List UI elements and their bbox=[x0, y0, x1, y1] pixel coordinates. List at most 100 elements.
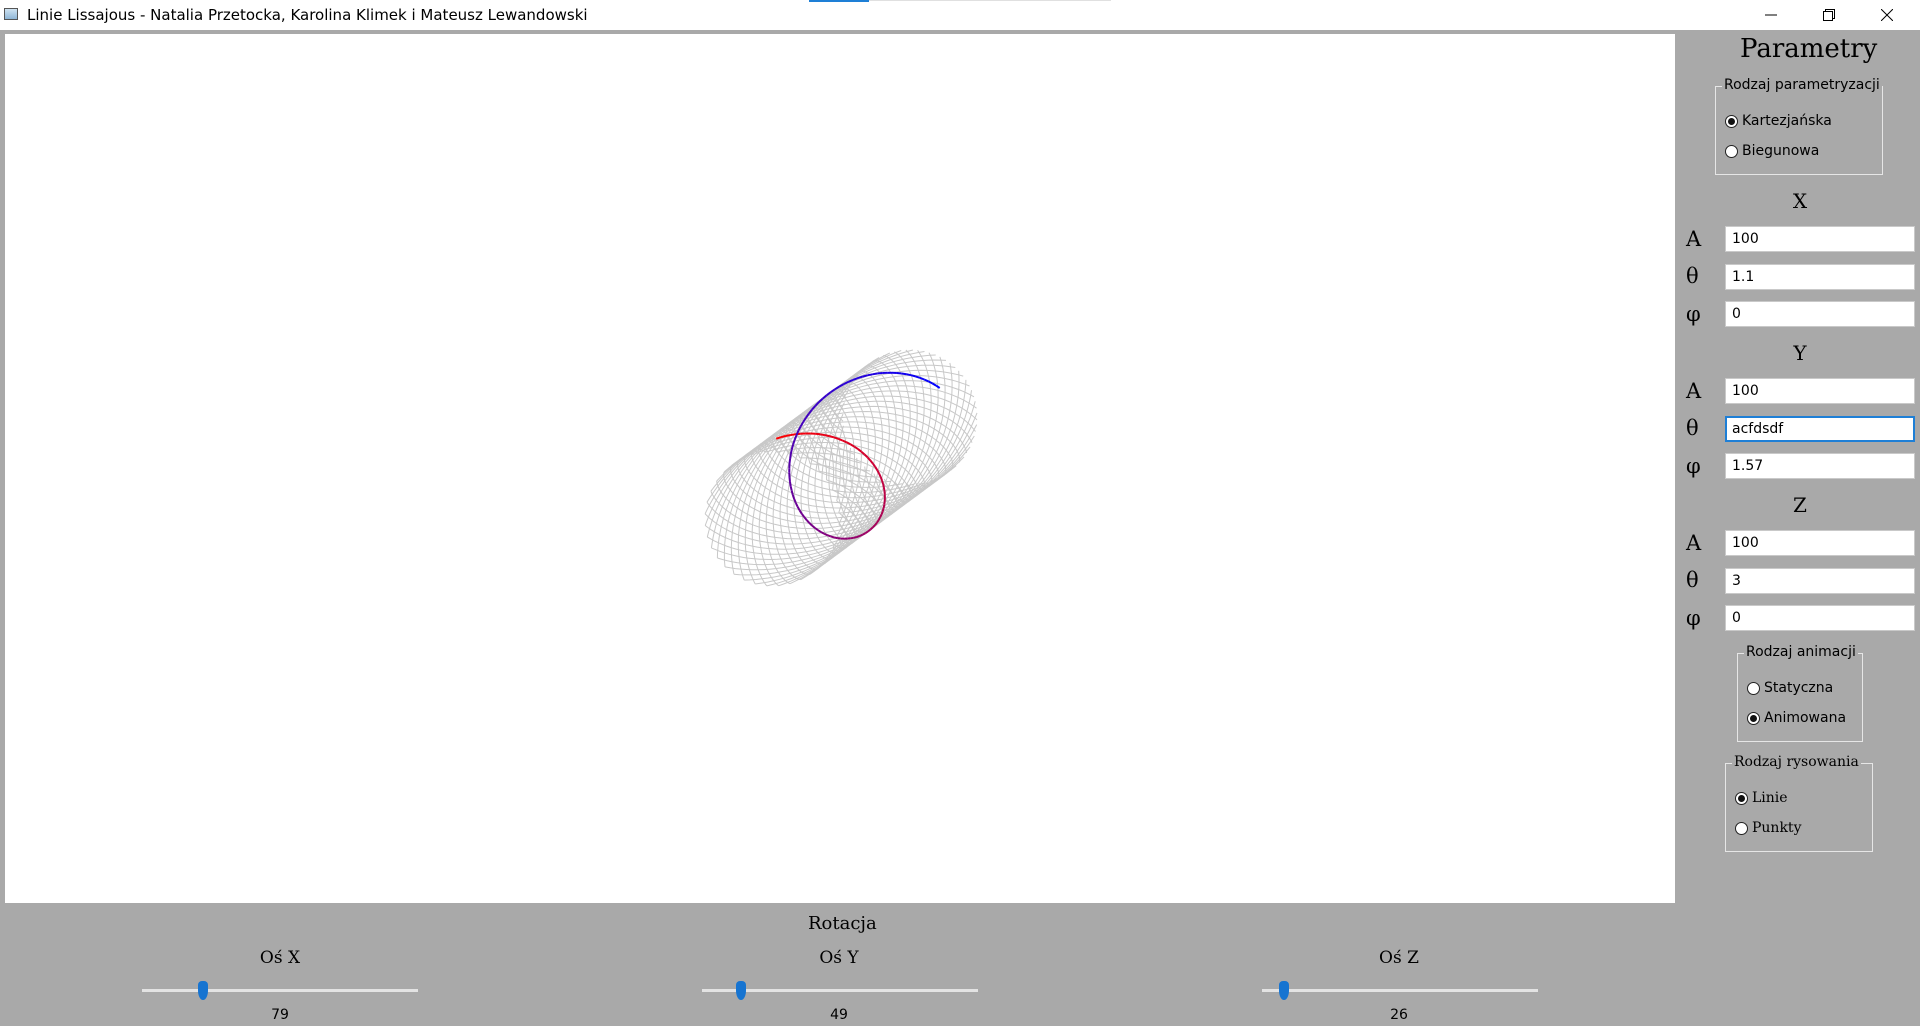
curve-segment bbox=[793, 435, 798, 441]
x-phi-input[interactable] bbox=[1725, 301, 1915, 327]
radio-polar-indicator[interactable] bbox=[1725, 144, 1738, 158]
curve-segment bbox=[856, 534, 861, 538]
slider-z-value: 26 bbox=[1390, 1007, 1408, 1023]
curve-segment bbox=[877, 516, 882, 521]
curve-segment bbox=[805, 519, 811, 524]
curve-segment bbox=[910, 374, 916, 378]
y-phi-label: φ bbox=[1686, 454, 1701, 478]
y-theta-input[interactable] bbox=[1725, 416, 1915, 442]
curve-segment bbox=[923, 378, 929, 383]
radio-points-label: Punkty bbox=[1752, 820, 1802, 836]
curve-segment bbox=[790, 444, 795, 450]
curve-segment bbox=[896, 372, 902, 375]
curve-segment bbox=[833, 436, 839, 440]
y-theta-label: θ bbox=[1686, 416, 1699, 440]
curve-segment bbox=[879, 476, 883, 481]
curve-segment bbox=[874, 466, 879, 471]
x-phi-label: φ bbox=[1686, 302, 1701, 326]
restore-icon bbox=[1823, 9, 1835, 21]
x-theta-input[interactable] bbox=[1725, 264, 1915, 290]
curve-segment bbox=[877, 372, 883, 375]
curve-segment bbox=[859, 533, 864, 537]
lissajous-plot bbox=[704, 349, 978, 587]
title-tab-strip bbox=[869, 0, 1111, 1]
curve-segment bbox=[842, 439, 848, 444]
curve-segment bbox=[915, 375, 921, 379]
curve-segment bbox=[811, 524, 816, 529]
z-phi-label: φ bbox=[1686, 606, 1701, 630]
curve-segment bbox=[867, 373, 873, 377]
curve-segment bbox=[878, 473, 882, 478]
y-a-input[interactable] bbox=[1725, 378, 1915, 404]
curve-segment bbox=[794, 502, 799, 508]
radio-lines-label: Linie bbox=[1752, 790, 1788, 806]
curve-segment bbox=[819, 433, 825, 437]
y-a-label: A bbox=[1686, 379, 1702, 403]
radio-lines-indicator[interactable] bbox=[1735, 791, 1748, 805]
radio-polar-label: Biegunowa bbox=[1742, 143, 1820, 159]
radio-points-indicator[interactable] bbox=[1735, 821, 1748, 835]
curve-segment bbox=[863, 453, 869, 459]
app-icon bbox=[4, 8, 18, 20]
radio-cartesian-label: Kartezjańska bbox=[1742, 113, 1832, 129]
y-header: Y bbox=[1793, 341, 1807, 365]
drawing-group: Rodzaj rysowania Linie Punkty bbox=[1725, 754, 1873, 852]
curve-segment bbox=[881, 480, 885, 485]
curve-segment bbox=[862, 532, 866, 536]
close-icon bbox=[1881, 9, 1893, 21]
curve-segment bbox=[853, 445, 859, 450]
radio-static-indicator[interactable] bbox=[1747, 681, 1760, 695]
curve-segment bbox=[827, 534, 832, 538]
radio-lines[interactable]: Linie bbox=[1735, 790, 1788, 806]
x-theta-label: θ bbox=[1686, 264, 1699, 288]
z-a-input[interactable] bbox=[1725, 530, 1915, 556]
x-header: X bbox=[1792, 189, 1808, 213]
minimize-button[interactable] bbox=[1742, 0, 1800, 30]
slider-z-thumb[interactable] bbox=[1279, 981, 1290, 1000]
radio-points[interactable]: Punkty bbox=[1735, 820, 1801, 836]
curve-segment bbox=[792, 439, 796, 445]
z-phi-input[interactable] bbox=[1725, 605, 1915, 631]
slider-x-label: Oś X bbox=[259, 948, 301, 968]
radio-cartesian[interactable]: Kartezjańska bbox=[1725, 113, 1832, 129]
x-a-label: A bbox=[1686, 227, 1702, 251]
radio-polar[interactable]: Biegunowa bbox=[1725, 143, 1819, 159]
curve-segment bbox=[790, 490, 794, 496]
radio-static[interactable]: Statyczna bbox=[1747, 680, 1833, 696]
curve-segment bbox=[901, 372, 907, 376]
slider-x-thumb[interactable] bbox=[197, 981, 208, 1000]
radio-cartesian-indicator[interactable] bbox=[1725, 114, 1738, 128]
slider-z-track[interactable] bbox=[1262, 989, 1538, 992]
curve-segment bbox=[853, 536, 858, 539]
z-a-label: A bbox=[1686, 531, 1702, 555]
slider-y-thumb[interactable] bbox=[735, 981, 746, 1000]
restore-button[interactable] bbox=[1800, 0, 1858, 30]
curve-segment bbox=[789, 449, 793, 455]
curve-segment bbox=[815, 432, 821, 436]
x-a-input[interactable] bbox=[1725, 226, 1915, 252]
curve-segment bbox=[882, 487, 886, 492]
close-button[interactable] bbox=[1858, 0, 1916, 30]
lissajous-canvas[interactable] bbox=[5, 34, 1675, 903]
radio-animated[interactable]: Animowana bbox=[1747, 710, 1846, 726]
curve-segment bbox=[789, 453, 792, 459]
rotation-title: Rotacja bbox=[808, 913, 877, 934]
z-theta-input[interactable] bbox=[1725, 568, 1915, 594]
curve-segment bbox=[906, 373, 912, 377]
curve-segment bbox=[862, 374, 868, 378]
curve-segment bbox=[830, 535, 835, 539]
title-tab-indicator bbox=[809, 0, 869, 2]
y-phi-input[interactable] bbox=[1725, 453, 1915, 479]
radio-animated-indicator[interactable] bbox=[1747, 711, 1760, 725]
curve-segment bbox=[833, 536, 838, 540]
slider-z-label: Oś Z bbox=[1379, 948, 1419, 968]
curve-segment bbox=[869, 459, 874, 465]
curve-segment bbox=[882, 483, 885, 488]
radio-static-label: Statyczna bbox=[1764, 680, 1834, 696]
curve-segment bbox=[829, 435, 835, 439]
z-theta-label: θ bbox=[1686, 568, 1699, 592]
slider-x-track[interactable] bbox=[142, 989, 418, 992]
curve-segment bbox=[935, 384, 941, 389]
parametrization-group: Rodzaj parametryzacji Kartezjańska Biegu… bbox=[1715, 77, 1883, 175]
curve-segment bbox=[872, 372, 878, 376]
